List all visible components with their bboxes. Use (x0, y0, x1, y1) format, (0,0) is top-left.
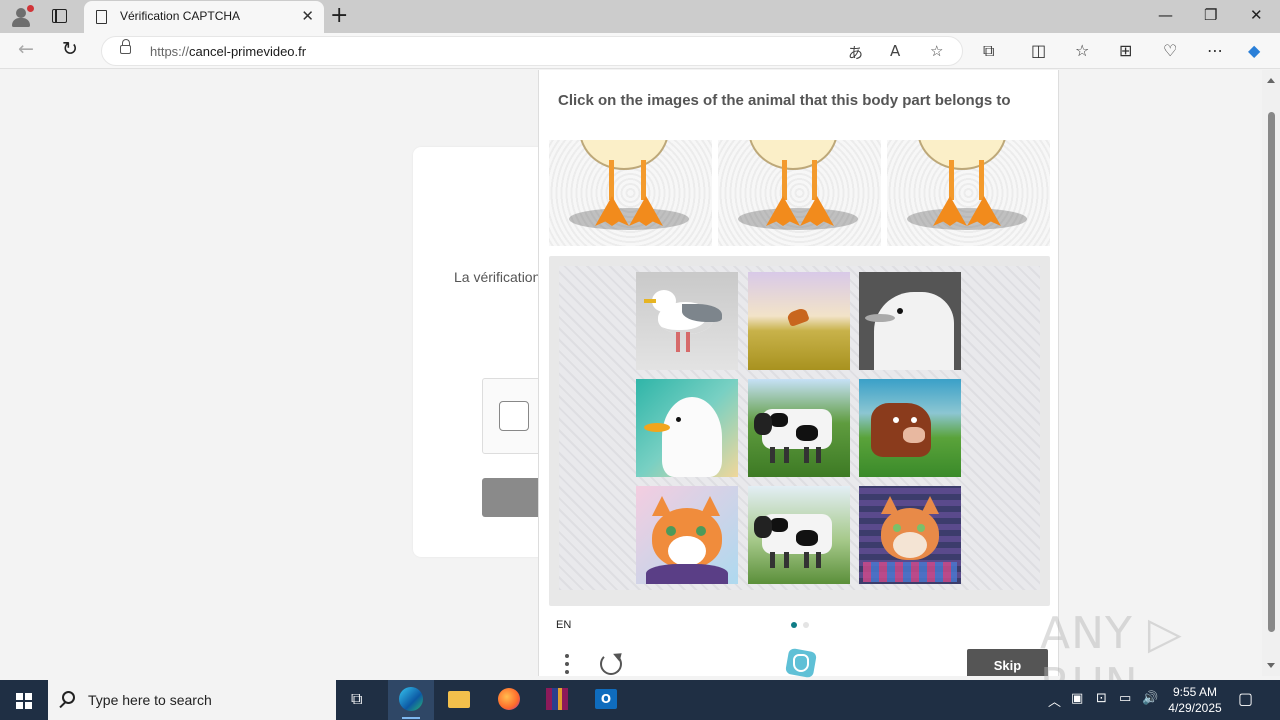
grid-tile-6[interactable] (859, 379, 961, 477)
file-explorer-icon[interactable] (436, 680, 482, 720)
edge-taskbar-icon[interactable] (388, 680, 434, 720)
reload-icon[interactable]: ↻ (62, 38, 78, 60)
network-icon[interactable]: ▭ (1119, 691, 1131, 706)
grid-tile-7[interactable] (636, 486, 738, 584)
tab-title: Vérification CAPTCHA (120, 9, 241, 23)
tab-actions-icon[interactable] (52, 9, 67, 23)
firefox-icon[interactable] (486, 680, 532, 720)
translate-icon[interactable]: あ (848, 42, 863, 63)
notifications-icon[interactable]: ▢ (1238, 689, 1253, 708)
window-close-icon[interactable]: ✕ (1250, 6, 1263, 24)
browser-tab[interactable]: Vérification CAPTCHA ✕ (84, 1, 324, 33)
tray-app-icon[interactable]: ⊡ (1096, 691, 1107, 706)
scroll-thumb[interactable] (1268, 112, 1275, 632)
page-indicator-active (791, 622, 797, 628)
windows-taskbar: Type here to search ⧉ O ︿ ▣ ⊡ ▭ 🔊 9:55 A… (0, 680, 1280, 720)
profile-avatar-icon[interactable] (8, 4, 34, 30)
volume-icon[interactable]: 🔊 (1142, 691, 1158, 706)
scroll-up-icon[interactable] (1267, 78, 1275, 83)
more-menu-icon[interactable]: ⋯ (1207, 41, 1223, 60)
browser-titlebar: Vérification CAPTCHA ✕ + — ❐ ✕ (0, 0, 1280, 33)
grid-tile-1[interactable] (636, 272, 738, 370)
example-image (718, 140, 881, 246)
search-icon (62, 691, 75, 704)
tab-close-icon[interactable]: ✕ (301, 7, 314, 25)
browser-essentials-icon[interactable]: ♡ (1163, 41, 1177, 60)
clock-date: 4/29/2025 (1168, 701, 1222, 715)
taskbar-clock[interactable]: 9:55 AM 4/29/2025 (1160, 684, 1230, 716)
minimize-icon[interactable]: — (1158, 6, 1173, 24)
grid-tile-5[interactable] (748, 379, 850, 477)
restore-icon[interactable]: ❐ (1204, 6, 1217, 24)
captcha-instruction: Click on the images of the animal that t… (558, 92, 1011, 109)
outlook-icon[interactable]: O (583, 680, 629, 720)
winrar-icon[interactable] (534, 680, 580, 720)
menu-kebab-icon[interactable] (565, 654, 569, 676)
new-tab-icon[interactable]: + (330, 3, 348, 28)
grid-tile-2[interactable] (748, 272, 850, 370)
page-favicon-icon (96, 10, 107, 24)
page-indicator (803, 622, 809, 628)
split-screen-icon[interactable]: ◫ (1031, 41, 1046, 60)
grid-tile-3[interactable] (859, 272, 961, 370)
search-placeholder: Type here to search (88, 692, 212, 708)
start-windows-icon[interactable] (16, 693, 32, 709)
favorite-star-icon[interactable]: ☆ (930, 42, 943, 60)
browser-toolbar: ← ↻ https://cancel-primevideo.fr あ A ☆ ⧉… (0, 33, 1280, 69)
address-bar[interactable]: https://cancel-primevideo.fr あ A ☆ (101, 36, 963, 66)
clock-time: 9:55 AM (1172, 685, 1218, 699)
captcha-checkbox[interactable] (499, 401, 529, 431)
tray-outlook-icon[interactable]: ▣ (1071, 691, 1083, 706)
hcaptcha-logo-icon[interactable] (784, 647, 818, 679)
read-aloud-icon[interactable]: A (890, 42, 900, 60)
language-selector[interactable]: EN (556, 619, 571, 631)
collections-icon[interactable]: ⊞ (1119, 41, 1132, 60)
favorites-icon[interactable]: ☆ (1075, 41, 1089, 60)
captcha-challenge: Click on the images of the animal that t… (538, 70, 1059, 679)
example-image (887, 140, 1050, 246)
back-icon[interactable]: ← (18, 38, 34, 60)
grid-tile-9[interactable] (859, 486, 961, 584)
verification-text: La vérification (454, 269, 541, 285)
grid-tile-4[interactable] (636, 379, 738, 477)
skip-button[interactable]: Skip (967, 649, 1048, 676)
taskbar-search[interactable]: Type here to search (48, 680, 336, 720)
grid-tile-8[interactable] (748, 486, 850, 584)
page-scrollbar[interactable] (1262, 70, 1280, 676)
extensions-icon[interactable]: ⧉ (983, 41, 994, 61)
refresh-icon[interactable] (600, 653, 622, 675)
lock-icon[interactable] (120, 39, 131, 54)
example-image (549, 140, 712, 246)
captcha-grid (549, 256, 1050, 606)
url-text[interactable]: https://cancel-primevideo.fr (150, 44, 306, 59)
copilot-icon[interactable]: ◆ (1248, 41, 1260, 60)
task-view-icon[interactable]: ⧉ (337, 680, 383, 720)
tray-chevron-icon[interactable]: ︿ (1048, 691, 1061, 710)
